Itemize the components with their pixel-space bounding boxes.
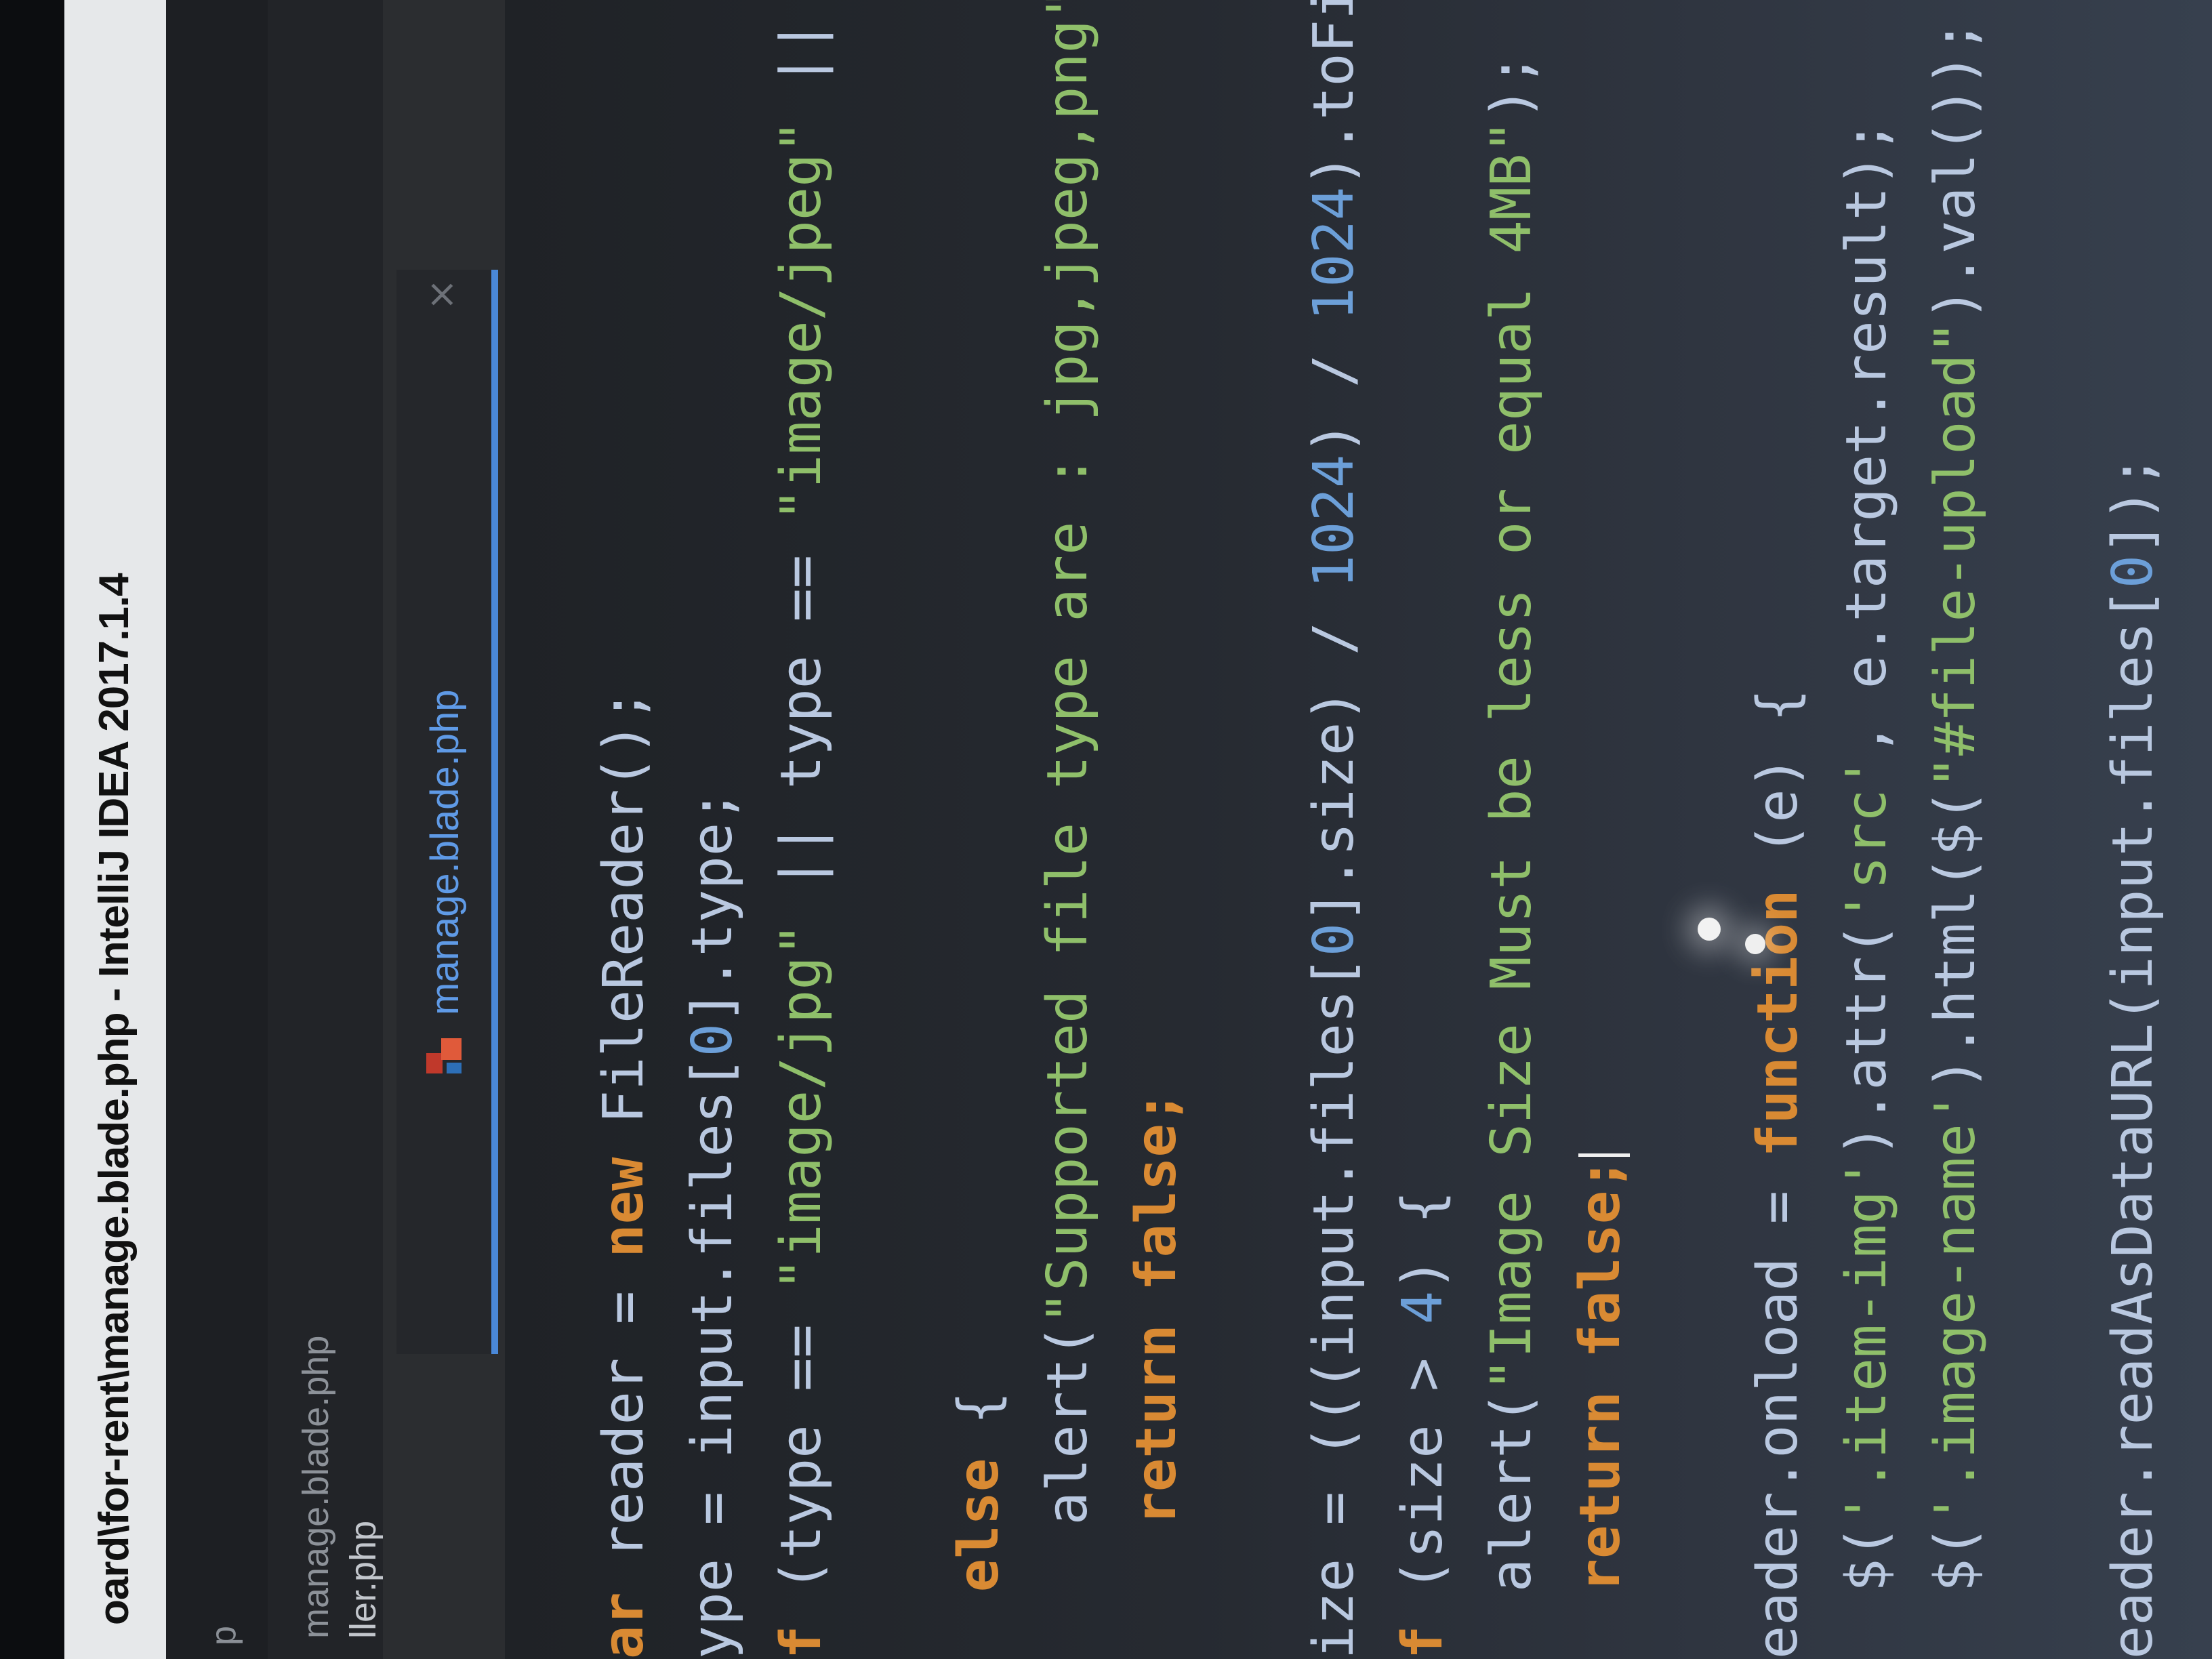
number-token: 1024	[1302, 186, 1366, 321]
code-line: f (size > 4) {	[1378, 0, 1467, 1659]
code-token: || type ==	[769, 521, 834, 923]
code-token: (e) {	[1746, 689, 1810, 890]
code-line: f (type == "image/jpg" || type == "image…	[757, 0, 846, 1659]
tab-label: manage.blade.php	[423, 689, 467, 1015]
code-token: ize = (((input.files[	[1302, 956, 1366, 1659]
number-token: 0	[1302, 922, 1366, 957]
code-token: ).attr(	[1835, 922, 1899, 1158]
code-line: $('.image-name').html($("#file-upload").…	[1911, 0, 2000, 1659]
string-token: 'src'	[1835, 756, 1899, 923]
code-token: reader =	[592, 1257, 656, 1593]
code-line: alert("Image Size Must be less or equal …	[1467, 0, 1556, 1659]
monitor-bezel	[0, 0, 64, 1659]
number-token: 0	[2101, 554, 2165, 589]
code-token: ;	[1568, 1157, 1633, 1191]
string-token: '.item-img'	[1835, 1157, 1899, 1525]
code-lines: ar reader = new FileReader(); ype = inpu…	[579, 0, 2177, 1659]
code-token: alert(	[1036, 1324, 1100, 1659]
code-token: , e.target.result);	[1835, 120, 1899, 756]
keyword-token: new	[592, 1157, 656, 1258]
keyword-token: return	[1124, 1324, 1189, 1525]
code-token: $(	[1835, 1525, 1899, 1659]
keyword-token: false	[1124, 1124, 1189, 1291]
string-token: "image/jpg"	[769, 922, 834, 1291]
number-token: 4	[1391, 1290, 1455, 1325]
code-line: ype = input.files[0].type;	[668, 0, 757, 1659]
code-token: (size >	[1391, 1324, 1455, 1626]
code-line: eader.readAsDataURL(input.files[0]);	[2089, 0, 2177, 1659]
code-token: $(	[1923, 1525, 1988, 1659]
title-bar: oard\for-rent\manage.blade.php - Intelli…	[64, 0, 167, 1659]
code-token: (type ==	[769, 1290, 834, 1626]
code-token: ;	[1124, 1090, 1189, 1124]
code-token: ].size) /	[1302, 588, 1366, 923]
code-line: return false;	[1556, 0, 1645, 1659]
code-line: return false;	[1112, 0, 1201, 1659]
number-token: 1024	[1302, 454, 1366, 589]
close-icon[interactable]: ×	[419, 279, 464, 310]
code-token: ype = input.files[	[680, 1057, 745, 1659]
string-token: "Image Size Must be less or equal 4MB"	[1479, 120, 1544, 1392]
tab-manage-blade[interactable]: manage.blade.php ×	[396, 270, 498, 1354]
code-line: else {	[935, 0, 1023, 1659]
code-line: alert("Supported file type are : jpg,jpe…	[1023, 0, 1112, 1659]
code-token: ).val());	[1923, 19, 1988, 321]
code-token: {	[947, 1391, 1011, 1458]
code-editor[interactable]: ar reader = new FileReader(); ype = inpu…	[505, 0, 2212, 1659]
string-token: "image/jpeg"	[769, 120, 834, 522]
keyword-token: function	[1746, 889, 1810, 1158]
screen-glare	[1745, 934, 1765, 954]
code-token: ].type;	[680, 789, 745, 1023]
screen-glare	[1698, 918, 1721, 941]
code-line: ize = (((input.files[0].size) / 1024) / …	[1290, 0, 1378, 1659]
code-token: );	[1479, 53, 1544, 121]
keyword-token: f	[769, 1625, 834, 1659]
screen: oard\for-rent\manage.blade.php - Intelli…	[0, 0, 2212, 1659]
file-item-manage-blade[interactable]: manage.blade.php	[295, 1336, 337, 1639]
keyword-token: false	[1568, 1190, 1633, 1358]
file-list: manage.blade.php ller.php	[268, 0, 384, 1659]
string-token: "#file-upload"	[1923, 321, 1988, 790]
code-token: ]);	[2101, 454, 2165, 555]
php-file-icon	[426, 1038, 462, 1073]
text-cursor	[1578, 1153, 1630, 1158]
code-line: ar reader = new FileReader();	[579, 0, 668, 1659]
ide-window: oard\for-rent\manage.blade.php - Intelli…	[0, 0, 2212, 1659]
string-token: "Supported file type are : jpg,jpeg,png"	[1036, 0, 1100, 1325]
code-token: ) {	[1391, 1190, 1455, 1291]
code-token: alert(	[1479, 1391, 1544, 1659]
number-token: 0	[680, 1023, 745, 1057]
project-tool-strip: p	[166, 0, 268, 1659]
code-token: ).toFix	[1302, 0, 1366, 187]
code-token: ) /	[1302, 321, 1366, 455]
code-token: eader.readAsDataURL(input.files[	[2101, 588, 2165, 1659]
file-item-controller[interactable]: ller.php	[342, 1521, 384, 1639]
keyword-token: f	[1391, 1625, 1455, 1659]
keyword-token: else	[947, 1458, 1011, 1593]
editor-tab-bar: manage.blade.php ×	[383, 0, 506, 1659]
code-token: ).html($(	[1923, 789, 1988, 1090]
code-token: FileReader();	[592, 689, 656, 1158]
code-line: $('.item-img').attr('src', e.target.resu…	[1822, 0, 1911, 1659]
keyword-token: ar	[592, 1592, 656, 1659]
active-tab-indicator	[491, 270, 498, 1354]
code-token: || t	[769, 0, 834, 121]
code-token: eader.onload =	[1746, 1157, 1810, 1659]
project-label: p	[204, 1626, 243, 1645]
code-line: eader.onload = function (e) {	[1734, 0, 1822, 1659]
code-line	[846, 0, 935, 1659]
keyword-token: return	[1568, 1391, 1633, 1593]
string-token: '.image-name'	[1923, 1090, 1988, 1525]
window-title: oard\for-rent\manage.blade.php - Intelli…	[91, 573, 138, 1625]
